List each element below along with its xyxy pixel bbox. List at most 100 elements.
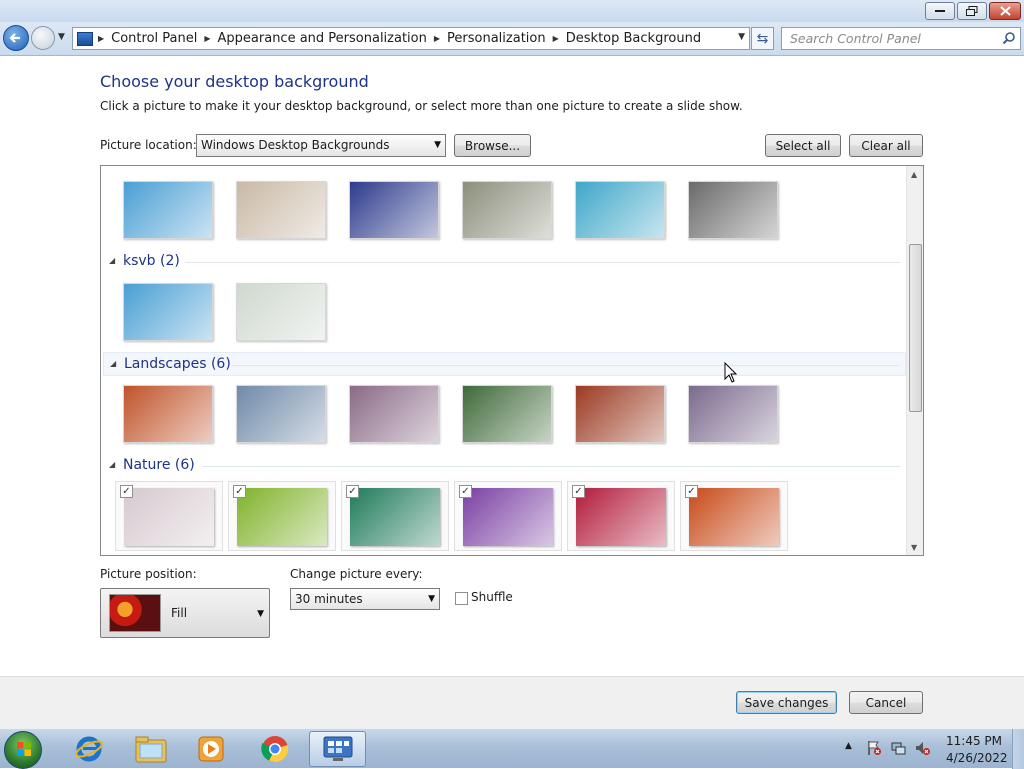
picture-thumbnail[interactable] [236, 181, 326, 239]
close-button[interactable] [989, 2, 1021, 20]
save-changes-button[interactable]: Save changes [736, 691, 837, 714]
picture-tile-selected[interactable]: ✓ [680, 481, 788, 551]
position-preview-image [109, 594, 161, 632]
internet-explorer-icon [75, 736, 103, 762]
group-header-nature[interactable]: ◢ Nature (6) [103, 454, 906, 478]
group-header-landscapes[interactable]: ◢ Landscapes (6) [103, 352, 906, 376]
restore-icon [966, 6, 978, 16]
picture-tile-selected[interactable]: ✓ [115, 481, 223, 551]
show-desktop-button[interactable] [1012, 729, 1024, 769]
picture-thumbnail[interactable] [462, 385, 552, 443]
collapse-triangle-icon[interactable]: ◢ [110, 359, 116, 368]
picture-location-value: Windows Desktop Backgrounds [201, 138, 390, 152]
network-icon[interactable] [891, 740, 907, 756]
selected-checkbox[interactable]: ✓ [233, 485, 246, 498]
selected-checkbox[interactable]: ✓ [685, 485, 698, 498]
collapse-triangle-icon[interactable]: ◢ [109, 460, 115, 469]
dropdown-arrow-icon: ▼ [434, 140, 441, 150]
picture-thumbnail[interactable] [123, 283, 213, 341]
browse-button[interactable]: Browse... [454, 134, 531, 157]
breadcrumb-appearance[interactable]: Appearance and Personalization [218, 31, 427, 46]
restore-button[interactable] [957, 2, 987, 20]
scroll-up-icon[interactable]: ▲ [911, 170, 917, 179]
window-titlebar [0, 0, 1024, 22]
picture-thumbnail[interactable] [236, 385, 326, 443]
taskbar-control-panel[interactable] [309, 731, 366, 767]
scrollbar-thumb[interactable] [909, 244, 922, 412]
control-panel-icon [77, 31, 93, 46]
shuffle-checkbox[interactable] [455, 592, 468, 605]
picture-tile-selected[interactable]: ✓ [567, 481, 675, 551]
shuffle-label[interactable]: Shuffle [471, 590, 513, 604]
picture-thumbnail[interactable] [349, 385, 439, 443]
picture-position-value: Fill [171, 606, 188, 620]
chevron-right-icon[interactable]: ▶ [553, 34, 559, 43]
divider [203, 466, 900, 467]
chevron-right-icon[interactable]: ▶ [434, 34, 440, 43]
navigation-bar: ▼ ▶ Control Panel ▶ Appearance and Perso… [0, 22, 1024, 56]
clock-date[interactable]: 4/26/2022 [946, 751, 1008, 765]
show-hidden-icons-icon[interactable]: ▲ [845, 741, 852, 751]
vertical-scrollbar[interactable]: ▲ ▼ [906, 166, 923, 555]
group-name: ksvb (2) [123, 253, 180, 269]
picture-thumbnail [350, 488, 440, 546]
picture-thumbnail[interactable] [462, 181, 552, 239]
breadcrumb-personalization[interactable]: Personalization [447, 31, 546, 46]
minimize-button[interactable] [925, 2, 955, 20]
back-button[interactable] [3, 25, 29, 51]
page-title: Choose your desktop background [100, 72, 369, 91]
divider [232, 365, 899, 366]
taskbar-internet-explorer[interactable] [64, 731, 114, 767]
picture-thumbnail[interactable] [575, 385, 665, 443]
picture-tile-selected[interactable]: ✓ [228, 481, 336, 551]
refresh-button[interactable]: ⇆ [751, 27, 774, 50]
clock-time[interactable]: 11:45 PM [946, 734, 1002, 748]
refresh-icon: ⇆ [756, 30, 769, 47]
search-input[interactable]: Search Control Panel [781, 27, 1021, 50]
breadcrumb-control-panel[interactable]: Control Panel [111, 31, 197, 46]
volume-muted-icon[interactable] [915, 740, 931, 756]
selected-checkbox[interactable]: ✓ [120, 485, 133, 498]
clear-all-button[interactable]: Clear all [849, 134, 923, 157]
selected-checkbox[interactable]: ✓ [459, 485, 472, 498]
change-interval-label: Change picture every: [290, 567, 423, 581]
scroll-down-icon[interactable]: ▼ [911, 543, 917, 552]
action-center-flag-icon[interactable] [866, 740, 882, 756]
picture-position-select[interactable]: Fill ▼ [100, 588, 270, 638]
start-button[interactable] [4, 731, 42, 769]
forward-button[interactable] [31, 26, 55, 50]
picture-thumbnail[interactable] [688, 385, 778, 443]
cancel-button[interactable]: Cancel [849, 691, 923, 714]
picture-thumbnail [237, 488, 327, 546]
taskbar-windows-explorer[interactable] [126, 731, 176, 767]
selected-checkbox[interactable]: ✓ [346, 485, 359, 498]
breadcrumb-desktop-background[interactable]: Desktop Background [566, 31, 701, 46]
picture-thumbnail[interactable] [123, 385, 213, 443]
select-all-button[interactable]: Select all [765, 134, 841, 157]
picture-gallery[interactable]: ◢ ksvb (2) ◢ Landscapes (6) ◢ Nature (6)… [100, 165, 924, 556]
address-dropdown-icon[interactable]: ▼ [738, 32, 745, 42]
picture-thumbnail[interactable] [575, 181, 665, 239]
divider [185, 262, 900, 263]
taskbar-media-player[interactable] [186, 731, 236, 767]
chevron-right-icon[interactable]: ▶ [98, 34, 104, 43]
taskbar-chrome[interactable] [250, 731, 300, 767]
change-interval-select[interactable]: 30 minutes ▼ [290, 588, 440, 610]
picture-thumbnail[interactable] [688, 181, 778, 239]
picture-thumbnail [689, 488, 779, 546]
chevron-right-icon[interactable]: ▶ [204, 34, 210, 43]
picture-tile-selected[interactable]: ✓ [454, 481, 562, 551]
group-header-ksvb[interactable]: ◢ ksvb (2) [103, 250, 906, 274]
picture-tile-selected[interactable]: ✓ [341, 481, 449, 551]
picture-thumbnail[interactable] [349, 181, 439, 239]
picture-location-select[interactable]: Windows Desktop Backgrounds ▼ [196, 134, 446, 157]
collapse-triangle-icon[interactable]: ◢ [109, 256, 115, 265]
recent-pages-dropdown-icon[interactable]: ▼ [58, 32, 65, 42]
search-placeholder: Search Control Panel [790, 31, 921, 46]
picture-thumbnail[interactable] [123, 181, 213, 239]
search-icon[interactable] [1002, 31, 1016, 45]
address-bar[interactable]: ▶ Control Panel ▶ Appearance and Persona… [72, 27, 750, 50]
selected-checkbox[interactable]: ✓ [572, 485, 585, 498]
change-interval-value: 30 minutes [295, 592, 363, 606]
picture-thumbnail[interactable] [236, 283, 326, 341]
